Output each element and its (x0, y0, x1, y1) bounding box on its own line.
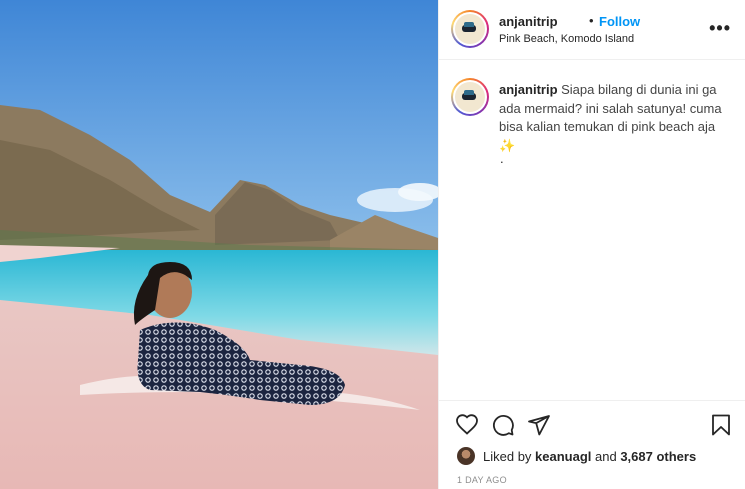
likes-middle: and (591, 448, 621, 464)
caption-avatar[interactable] (451, 78, 489, 116)
caption-username[interactable]: anjanitrip (499, 82, 558, 97)
liker-avatar[interactable] (457, 447, 475, 465)
follow-separator: • (589, 13, 594, 28)
author-username[interactable]: anjanitrip (499, 14, 558, 29)
likes-count[interactable]: 3,687 others (620, 449, 696, 464)
author-avatar-image (455, 14, 485, 44)
caption-section: anjanitrip Siapa bilang di dunia ini ga … (439, 60, 745, 400)
post-header: anjanitrip • Follow Pink Beach, Komodo I… (439, 0, 745, 60)
author-avatar[interactable] (451, 10, 489, 48)
post-photo[interactable] (0, 0, 438, 489)
likes-summary: Liked by keanuagl and 3,687 others (457, 446, 696, 466)
comment-icon[interactable] (491, 413, 515, 437)
actions-bar: Liked by keanuagl and 3,687 others 1 DAY… (439, 400, 745, 489)
likes-prefix: Liked by (483, 448, 536, 464)
post-side-panel: anjanitrip • Follow Pink Beach, Komodo I… (438, 0, 745, 489)
share-icon[interactable] (527, 413, 551, 437)
beach-photo-image (0, 0, 438, 489)
post-timestamp[interactable]: 1 DAY AGO (457, 475, 507, 485)
follow-button[interactable]: Follow (599, 14, 640, 29)
caption-trailing-dot: . (500, 151, 504, 166)
heart-icon[interactable] (455, 413, 479, 437)
caption-avatar-image (455, 82, 485, 112)
more-options-icon[interactable]: ••• (709, 18, 731, 39)
caption-text: anjanitrip Siapa bilang di dunia ini ga … (499, 81, 739, 155)
bookmark-icon[interactable] (709, 413, 733, 437)
post-location[interactable]: Pink Beach, Komodo Island (499, 33, 634, 45)
liker-username[interactable]: keanuagl (535, 449, 591, 464)
